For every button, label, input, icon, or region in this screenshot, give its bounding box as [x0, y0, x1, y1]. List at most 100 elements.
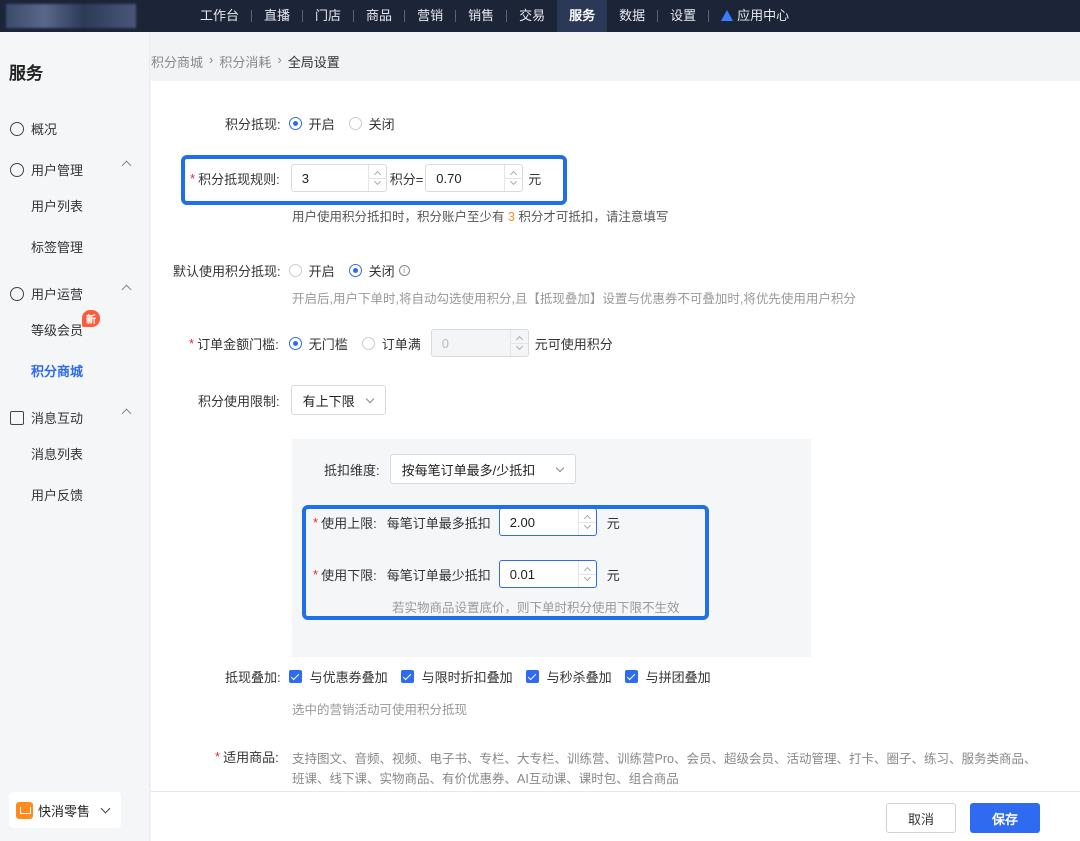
breadcrumb-separator-icon: › — [209, 52, 214, 67]
breadcrumb-item[interactable]: 积分商城 — [151, 52, 203, 71]
stack-hint: 选中的营销活动可使用积分抵现 — [292, 703, 468, 717]
message-icon — [10, 410, 24, 425]
threshold-label: 订单金额门槛: — [197, 336, 279, 352]
checkbox-label: 与秒杀叠加 — [546, 670, 612, 685]
rule-unit: 元 — [528, 171, 542, 187]
default-use-on-radio[interactable]: 开启 — [288, 261, 335, 280]
threshold-suffix: 元可使用积分 — [534, 336, 613, 352]
sidebar-group-user-management[interactable]: 用户管理 — [10, 160, 132, 179]
info-icon[interactable]: i — [398, 265, 410, 276]
nav-trade[interactable]: 交易 — [507, 0, 557, 32]
lower-unit: 元 — [606, 567, 620, 583]
nav-products[interactable]: 商品 — [354, 0, 404, 32]
nav-live[interactable]: 直播 — [252, 0, 302, 32]
threshold-amount-input: 0 — [430, 329, 529, 357]
sidebar-group-label: 消息互动 — [31, 411, 84, 426]
checkbox-label: 与优惠券叠加 — [309, 670, 388, 685]
required-mark: * — [313, 566, 319, 582]
lower-desc: 每笔订单最少抵扣 — [386, 567, 491, 583]
nav-app-center[interactable]: 应用中心 — [709, 0, 801, 32]
required-mark: * — [189, 335, 195, 351]
default-use-row: 默认使用积分抵现: 开启 关闭 i — [173, 261, 410, 280]
sidebar-item-points-mall[interactable]: 积分商城 — [31, 361, 83, 380]
top-nav: 工作台 直播 门店 商品 营销 销售 交易 服务 数据 设置 应用中心 — [188, 0, 801, 32]
dimension-select[interactable]: 按每笔订单最多/少抵扣 — [389, 454, 577, 484]
breadcrumb-separator-icon: › — [277, 52, 282, 67]
nav-data[interactable]: 数据 — [607, 0, 657, 32]
stack-flash-sale-checkbox[interactable]: 与秒杀叠加 — [525, 667, 612, 686]
checkbox-checked-icon — [624, 670, 638, 683]
threshold-full-radio[interactable]: 订单满 — [361, 334, 421, 353]
sidebar-item-feedback[interactable]: 用户反馈 — [31, 485, 83, 504]
stack-coupon-checkbox[interactable]: 与优惠券叠加 — [288, 667, 388, 686]
store-switcher[interactable]: 快消零售 — [9, 792, 121, 828]
input-value: 2.00 — [509, 514, 536, 530]
save-button[interactable]: 保存 — [970, 803, 1040, 833]
nav-settings[interactable]: 设置 — [658, 0, 708, 32]
radio-unchecked-icon — [288, 264, 302, 277]
default-use-off-radio[interactable]: 关闭 — [348, 261, 395, 280]
sidebar-item-overview[interactable]: 概况 — [10, 119, 130, 138]
nav-stores[interactable]: 门店 — [303, 0, 353, 32]
nav-sales[interactable]: 销售 — [456, 0, 506, 32]
checkbox-checked-icon — [288, 670, 302, 683]
breadcrumb: 积分商城 › 积分消耗 › 全局设置 — [151, 52, 346, 71]
default-use-hint: 开启后,用户下单时,将自动勾选使用积分,且【抵现叠加】设置与优惠券不可叠加时,将… — [292, 292, 856, 306]
required-mark: * — [313, 514, 319, 530]
sidebar-item-message-list[interactable]: 消息列表 — [31, 444, 83, 463]
chevron-down-icon — [100, 803, 111, 814]
stepper-divider — [509, 343, 528, 344]
checkbox-checked-icon — [400, 670, 414, 683]
sidebar-title: 服务 — [9, 64, 43, 83]
threshold-none-radio[interactable]: 无门槛 — [288, 334, 348, 353]
nav-marketing[interactable]: 营销 — [405, 0, 455, 32]
lower-hint: 若实物商品设置底价，则下单时积分使用下限不生效 — [392, 601, 680, 615]
stack-label: 抵现叠加: — [225, 670, 281, 685]
rule-label: 积分抵现规则: — [198, 171, 280, 187]
footer-bar: 取消 保存 — [151, 791, 1080, 841]
stack-group-buy-checkbox[interactable]: 与拼团叠加 — [624, 667, 711, 686]
chevron-up-icon — [121, 284, 132, 295]
sidebar-item-membership[interactable]: 等级会员 — [31, 320, 83, 339]
settings-form: 积分抵现: 开启 关闭 * 积分抵现规则: 3 积分= 0.70 元 用户使用积… — [151, 81, 1080, 791]
sidebar-item-user-list[interactable]: 用户列表 — [31, 196, 83, 215]
sidebar: 服务 概况 用户管理 用户列表 标签管理 用户运营 等级会员 新 积分商城 消息… — [0, 32, 150, 841]
limit-row: 积分使用限制: 有上下限 — [198, 385, 386, 415]
upper-label: 使用上限: — [321, 515, 377, 531]
sidebar-item-tags[interactable]: 标签管理 — [31, 237, 83, 256]
rule-points-input[interactable]: 3 — [290, 164, 387, 192]
chevron-down-icon — [556, 463, 565, 473]
new-badge: 新 — [82, 310, 100, 327]
clock-icon — [10, 121, 24, 136]
stepper-divider — [367, 178, 386, 179]
stepper-divider — [577, 522, 596, 523]
sidebar-group-label: 用户管理 — [31, 163, 84, 178]
upper-amount-input[interactable]: 2.00 — [498, 508, 597, 536]
breadcrumb-item[interactable]: 积分消耗 — [219, 52, 271, 71]
sidebar-group-user-ops[interactable]: 用户运营 — [10, 284, 132, 303]
sidebar-group-label: 用户运营 — [31, 287, 84, 302]
nav-workbench[interactable]: 工作台 — [188, 0, 251, 32]
lower-label: 使用下限: — [321, 567, 377, 583]
limit-label: 积分使用限制: — [198, 393, 280, 409]
radio-label: 关闭 — [368, 117, 395, 132]
chevron-up-icon — [121, 408, 132, 419]
required-mark: * — [215, 749, 221, 764]
select-value: 按每笔订单最多/少抵扣 — [401, 462, 536, 478]
nav-service[interactable]: 服务 — [557, 0, 608, 32]
stack-discount-checkbox[interactable]: 与限时折扣叠加 — [400, 667, 513, 686]
radio-checked-icon — [288, 336, 302, 350]
cancel-button[interactable]: 取消 — [886, 803, 956, 833]
stack-row: 抵现叠加: 与优惠券叠加 与限时折扣叠加 与秒杀叠加 与拼团叠加 — [225, 667, 724, 686]
goods-list-line2: 班课、线下课、实物商品、有价优惠券、AI互动课、课时包、组合商品 — [292, 772, 679, 786]
rule-amount-input[interactable]: 0.70 — [425, 164, 524, 192]
lower-row: * 使用下限: 每笔订单最少抵扣 0.01 元 — [313, 560, 620, 588]
rule-mid-text: 积分= — [389, 171, 424, 187]
deduct-on-radio[interactable]: 开启 — [288, 114, 335, 133]
dimension-label: 抵扣维度: — [324, 462, 380, 478]
deduct-off-radio[interactable]: 关闭 — [348, 114, 395, 133]
upper-unit: 元 — [606, 515, 620, 531]
limit-select[interactable]: 有上下限 — [290, 385, 386, 415]
sidebar-group-messages[interactable]: 消息互动 — [10, 408, 132, 427]
lower-amount-input[interactable]: 0.01 — [498, 560, 597, 588]
